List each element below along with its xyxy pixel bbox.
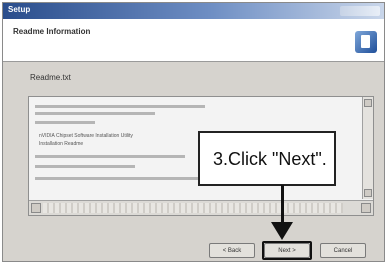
readme-text-line xyxy=(35,121,95,124)
scroll-up-icon[interactable] xyxy=(364,99,372,107)
readme-text-line xyxy=(35,105,205,108)
readme-text-line xyxy=(35,112,155,115)
vertical-scrollbar[interactable] xyxy=(362,97,373,199)
window-title: Setup xyxy=(8,5,31,14)
page-title: Readme Information xyxy=(13,27,91,36)
arrow-icon xyxy=(281,185,284,224)
back-button[interactable]: < Back xyxy=(209,243,255,258)
window-controls[interactable] xyxy=(340,6,380,16)
scroll-left-icon[interactable] xyxy=(31,203,41,213)
horizontal-scrollbar[interactable] xyxy=(29,200,373,215)
readme-text-line xyxy=(35,177,205,180)
title-bar: Setup xyxy=(3,3,384,19)
wizard-header: Readme Information xyxy=(3,19,384,62)
scroll-right-icon[interactable] xyxy=(361,203,371,213)
callout-text: 3.Click "Next". xyxy=(213,149,327,169)
readme-line: nVIDIA Chipset Software Installation Uti… xyxy=(39,133,133,139)
arrow-head-icon xyxy=(271,222,293,240)
scroll-thumb[interactable] xyxy=(43,203,343,213)
instruction-callout: 3.Click "Next". xyxy=(198,131,336,186)
readme-text-line xyxy=(35,155,185,158)
scroll-down-icon[interactable] xyxy=(364,189,372,197)
next-button-highlight xyxy=(262,241,312,260)
installer-icon xyxy=(355,31,377,53)
cancel-button[interactable]: Cancel xyxy=(320,243,366,258)
readme-text-line xyxy=(35,165,135,168)
readme-line: Installation Readme xyxy=(39,141,84,147)
readme-label: Readme.txt xyxy=(30,73,71,82)
